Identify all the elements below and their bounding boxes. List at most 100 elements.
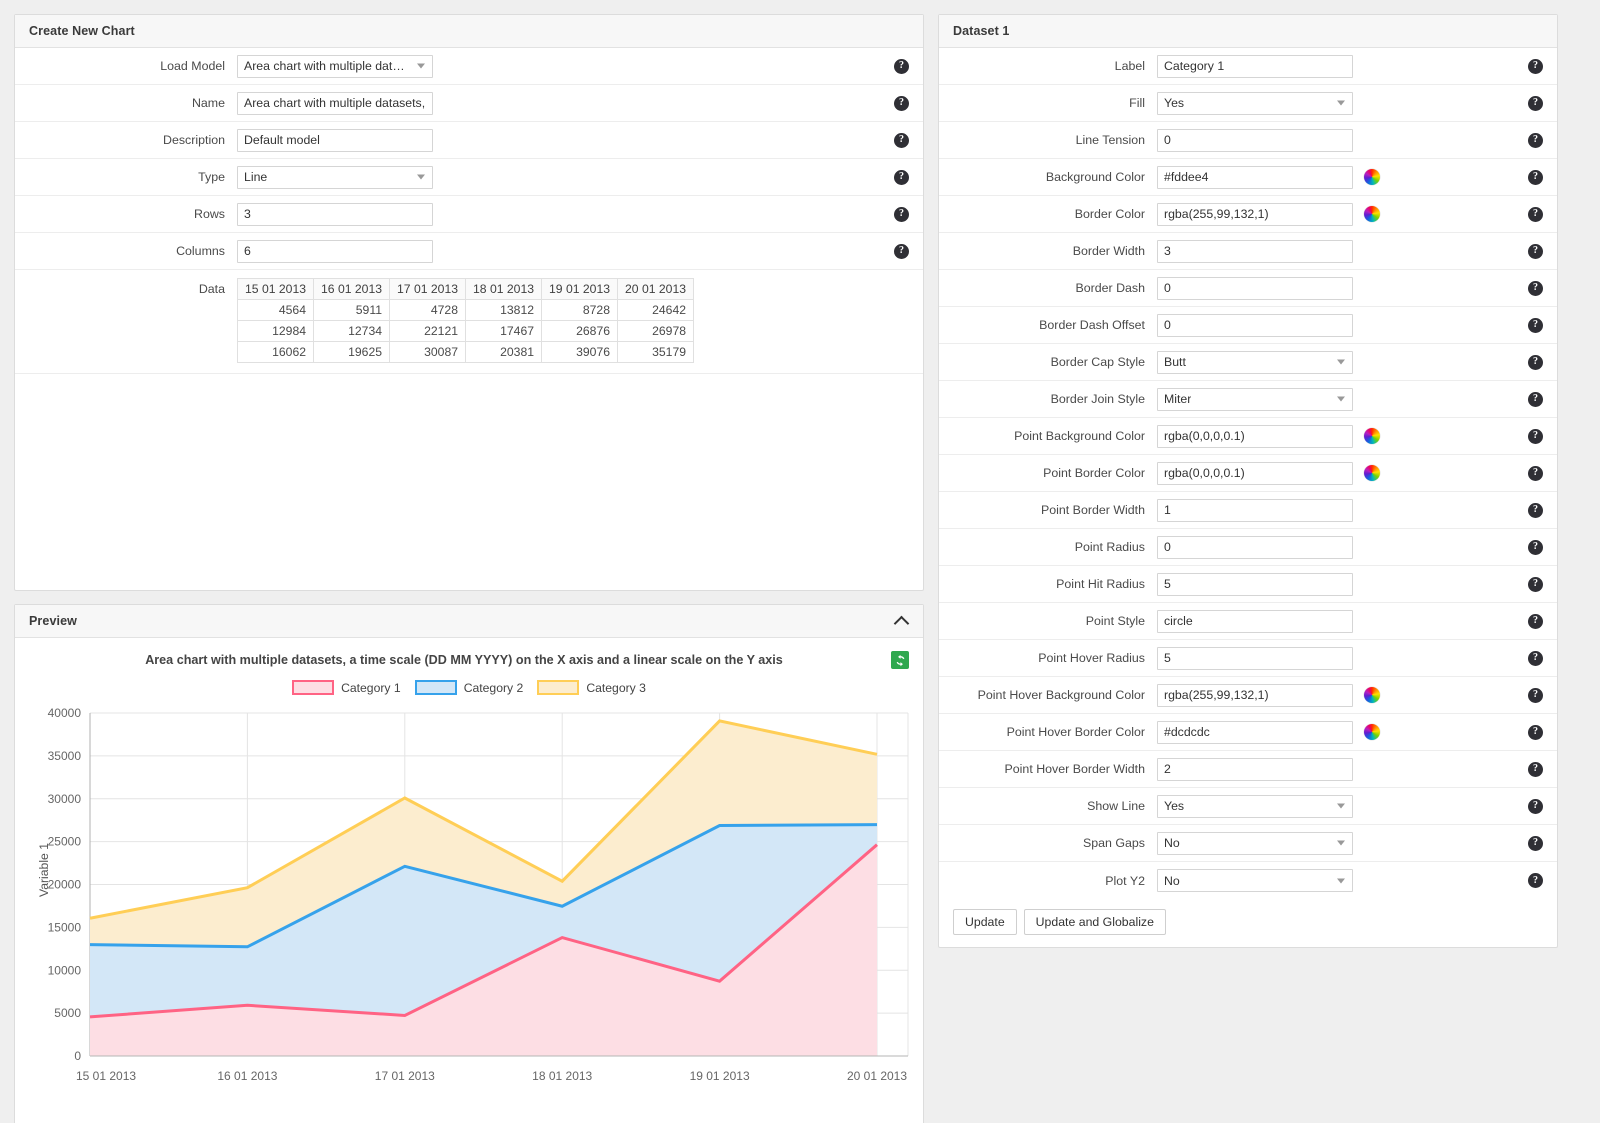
border-join-style-select[interactable]: Miter [1157,387,1353,411]
name-input[interactable] [237,91,433,115]
update-button[interactable]: Update [953,909,1017,935]
help-icon[interactable]: ? [1528,650,1543,666]
plot-y2-select[interactable]: No [1157,869,1353,892]
column-header[interactable]: 20 01 2013 [617,278,694,300]
help-icon[interactable]: ? [1528,391,1543,407]
help-icon[interactable]: ? [1528,798,1543,814]
border-dash-offset-input[interactable] [1157,313,1353,337]
point-border-color-input[interactable] [1157,461,1353,485]
help-icon[interactable]: ? [1528,873,1543,888]
point-radius-input[interactable] [1157,535,1353,559]
border-color-input[interactable] [1157,202,1353,226]
preview-body: Area chart with multiple datasets, a tim… [15,638,923,1123]
color-wheel-icon[interactable] [1364,465,1380,481]
help-icon[interactable]: ? [1528,835,1543,851]
border-dash-input[interactable] [1157,276,1353,300]
color-wheel-icon[interactable] [1364,428,1380,444]
help-icon[interactable]: ? [1528,354,1543,370]
legend-item-category-2[interactable]: Category 2 [414,680,523,695]
column-header[interactable]: 17 01 2013 [389,278,466,300]
color-wheel-icon[interactable] [1364,206,1380,222]
help-icon[interactable]: ? [1528,502,1543,518]
legend-item-category-3[interactable]: Category 3 [537,680,646,695]
field-row-border-dash: Border Dash? [939,270,1557,307]
help-icon[interactable]: ? [1528,317,1543,333]
help-icon[interactable]: ? [1528,613,1543,629]
help-icon[interactable]: ? [1528,243,1543,259]
legend-item-category-1[interactable]: Category 1 [292,680,401,695]
columns-input[interactable] [237,239,433,263]
color-wheel-icon[interactable] [1364,169,1380,185]
help-icon[interactable]: ? [894,206,909,222]
table-cell[interactable]: 12984 [237,320,314,342]
label-input[interactable] [1157,54,1353,78]
column-header[interactable]: 19 01 2013 [541,278,618,300]
table-cell[interactable]: 30087 [389,341,466,363]
table-cell[interactable]: 26876 [541,320,618,342]
help-icon[interactable]: ? [1528,58,1543,74]
table-cell[interactable]: 12734 [313,320,390,342]
point-style-input[interactable] [1157,609,1353,633]
border-cap-style-select[interactable]: Butt [1157,350,1353,374]
help-icon[interactable]: ? [894,58,909,74]
column-header[interactable]: 16 01 2013 [313,278,390,300]
table-cell[interactable]: 20381 [465,341,542,363]
field-row-label: Label? [939,48,1557,85]
help-icon[interactable]: ? [1528,761,1543,777]
description-input[interactable] [237,128,433,152]
table-cell[interactable]: 26978 [617,320,694,342]
column-header[interactable]: 15 01 2013 [237,278,314,300]
span-gaps-select[interactable]: No [1157,831,1353,855]
help-icon[interactable]: ? [1528,539,1543,555]
help-icon[interactable]: ? [1528,95,1543,111]
help-icon[interactable]: ? [1528,132,1543,148]
color-wheel-icon[interactable] [1364,724,1380,740]
rows-input[interactable] [237,202,433,226]
table-cell[interactable]: 5911 [313,299,390,321]
show-line-select[interactable]: Yes [1157,794,1353,818]
background-color-input[interactable] [1157,165,1353,189]
help-icon[interactable]: ? [1528,687,1543,703]
table-cell[interactable]: 17467 [465,320,542,342]
border-cap-style-control: Butt [1157,350,1353,374]
help-icon[interactable]: ? [894,243,909,259]
point-hover-border-color-input[interactable] [1157,720,1353,744]
help-icon[interactable]: ? [1528,428,1543,444]
refresh-icon[interactable] [891,651,909,669]
table-cell[interactable]: 24642 [617,299,694,321]
table-cell[interactable]: 13812 [465,299,542,321]
field-row-span-gaps: Span Gaps No? [939,825,1557,862]
table-cell[interactable]: 35179 [617,341,694,363]
help-icon[interactable]: ? [1528,465,1543,481]
table-cell[interactable]: 4564 [237,299,314,321]
help-icon[interactable]: ? [1528,576,1543,592]
line-tension-input[interactable] [1157,128,1353,152]
update-and-globalize-button[interactable]: Update and Globalize [1023,909,1166,935]
help-icon[interactable]: ? [894,132,909,148]
help-icon[interactable]: ? [1528,169,1543,185]
type-select[interactable]: Line [237,165,433,189]
load-model-select[interactable]: Area chart with multiple datase... [237,54,433,78]
help-icon[interactable]: ? [1528,280,1543,296]
table-cell[interactable]: 39076 [541,341,618,363]
table-cell[interactable]: 16062 [237,341,314,363]
fill-select[interactable]: Yes [1157,91,1353,115]
column-header[interactable]: 18 01 2013 [465,278,542,300]
point-background-color-input[interactable] [1157,424,1353,448]
table-cell[interactable]: 8728 [541,299,618,321]
point-hit-radius-input[interactable] [1157,572,1353,596]
table-cell[interactable]: 22121 [389,320,466,342]
table-cell[interactable]: 4728 [389,299,466,321]
point-hover-border-width-input[interactable] [1157,757,1353,781]
color-wheel-icon[interactable] [1364,687,1380,703]
help-icon[interactable]: ? [1528,724,1543,740]
table-cell[interactable]: 19625 [313,341,390,363]
help-icon[interactable]: ? [894,95,909,111]
point-hover-background-color-input[interactable] [1157,683,1353,707]
help-icon[interactable]: ? [1528,206,1543,222]
help-icon[interactable]: ? [894,169,909,185]
point-hover-radius-input[interactable] [1157,646,1353,670]
point-border-width-input[interactable] [1157,498,1353,522]
chevron-up-icon[interactable] [895,614,909,628]
border-width-input[interactable] [1157,239,1353,263]
